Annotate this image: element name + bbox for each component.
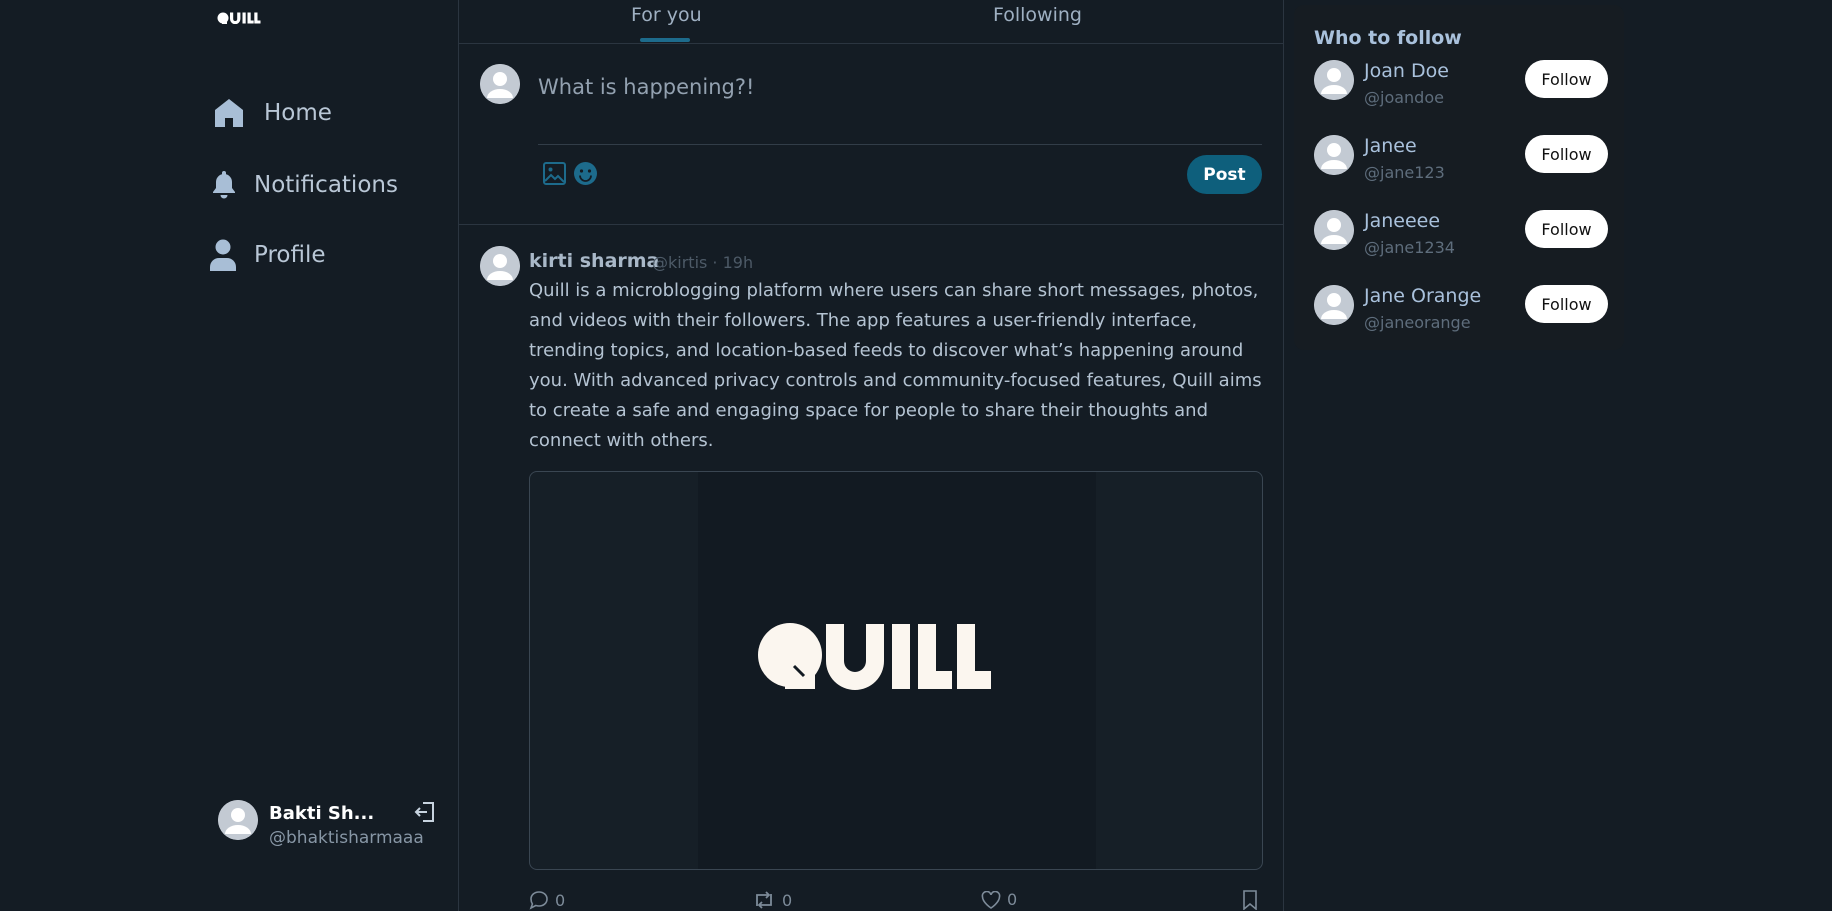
like-button[interactable]: 0 — [981, 890, 1017, 909]
divider — [538, 144, 1262, 145]
suggestion-handle: @jane123 — [1364, 163, 1445, 182]
main-feed: For you Following Post kirti sharma @k — [459, 0, 1284, 911]
suggestion-handle: @janeorange — [1364, 313, 1471, 332]
active-tab-indicator — [640, 38, 690, 42]
sidebar-item-notifications[interactable]: Notifications — [211, 169, 398, 201]
repost-count: 0 — [782, 890, 793, 910]
follow-button[interactable]: Follow — [1525, 210, 1608, 248]
comment-count: 0 — [555, 890, 566, 910]
avatar — [1314, 135, 1354, 175]
tab-label: For you — [631, 4, 702, 26]
follow-suggestion[interactable]: Jane Orange @janeorange Follow — [1314, 285, 1610, 335]
like-count: 0 — [1007, 890, 1018, 909]
suggestion-name: Janee — [1364, 135, 1417, 157]
post-text: Quill is a microblogging platform where … — [529, 280, 1262, 451]
avatar — [1314, 60, 1354, 100]
suggestion-handle: @jane1234 — [1364, 238, 1455, 257]
follow-suggestion[interactable]: Joan Doe @joandoe Follow — [1314, 60, 1610, 110]
suggestion-name: Joan Doe — [1364, 60, 1449, 82]
tab-label: Following — [993, 4, 1082, 26]
feed-post[interactable]: kirti sharma @kirtis · 19h Quill is a mi… — [459, 226, 1283, 911]
logout-icon — [413, 800, 437, 824]
comment-button[interactable]: 0 — [529, 890, 565, 910]
who-to-follow-panel: Who to follow Joan Doe @joandoe Follow J… — [1294, 5, 1624, 350]
sidebar-item-profile[interactable]: Profile — [209, 238, 326, 272]
compose-input[interactable] — [538, 67, 1238, 107]
left-sidebar: Home Notifications Profile Bakti Sh... @… — [0, 0, 459, 911]
add-emoji-button[interactable] — [573, 161, 598, 186]
suggestion-name: Janeeee — [1364, 210, 1441, 232]
current-user-card[interactable]: Bakti Sh... @bhaktisharmaaa — [218, 800, 448, 850]
tab-following[interactable]: Following — [871, 0, 1283, 44]
post-author-name[interactable]: kirti sharma — [529, 250, 659, 272]
post-meta: @kirtis · 19h — [652, 253, 754, 272]
avatar — [1314, 285, 1354, 325]
follow-button[interactable]: Follow — [1525, 135, 1608, 173]
avatar — [218, 800, 258, 840]
avatar — [480, 64, 520, 104]
image-icon — [542, 161, 567, 186]
quill-brand-logo — [757, 622, 1037, 692]
who-to-follow-title: Who to follow — [1314, 27, 1462, 49]
avatar[interactable] — [480, 246, 520, 286]
follow-button[interactable]: Follow — [1525, 60, 1608, 98]
logout-button[interactable] — [413, 800, 437, 824]
sidebar-item-home[interactable]: Home — [211, 95, 332, 131]
current-user-name: Bakti Sh... — [269, 803, 375, 824]
sidebar-item-label: Notifications — [254, 172, 398, 198]
feed-tabs: For you Following — [459, 0, 1283, 44]
sidebar-item-label: Home — [264, 100, 332, 126]
quill-logo[interactable] — [217, 12, 261, 24]
bookmark-button[interactable] — [1242, 890, 1264, 910]
sidebar-item-label: Profile — [254, 242, 326, 268]
post-button[interactable]: Post — [1187, 155, 1262, 194]
user-icon — [209, 238, 237, 272]
home-icon — [211, 95, 247, 131]
follow-suggestion[interactable]: Janeeee @jane1234 Follow — [1314, 210, 1610, 260]
post-image[interactable] — [529, 471, 1263, 870]
follow-suggestion[interactable]: Janee @jane123 Follow — [1314, 135, 1610, 185]
suggestion-name: Jane Orange — [1364, 285, 1482, 307]
bell-icon — [211, 169, 237, 201]
current-user-handle: @bhaktisharmaaa — [269, 828, 424, 848]
emoji-icon — [573, 161, 598, 186]
avatar — [1314, 210, 1354, 250]
follow-button[interactable]: Follow — [1525, 285, 1608, 323]
repost-icon — [752, 890, 782, 910]
add-image-button[interactable] — [542, 161, 567, 186]
bookmark-icon — [1242, 890, 1264, 910]
post-composer: Post — [459, 45, 1283, 225]
heart-icon — [981, 890, 1007, 909]
comment-icon — [529, 890, 555, 910]
repost-button[interactable]: 0 — [752, 890, 792, 910]
suggestion-handle: @joandoe — [1364, 88, 1444, 107]
